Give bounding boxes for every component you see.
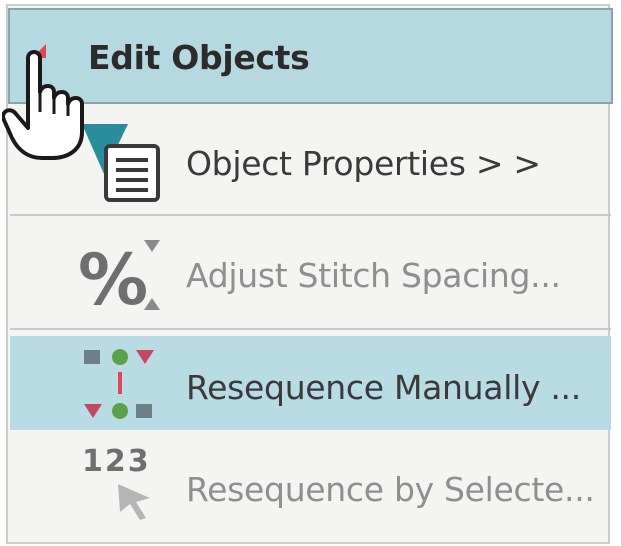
menu-item-resequence-manually[interactable]: Resequence Manually ... bbox=[10, 336, 611, 430]
arrow-cursor-icon bbox=[118, 484, 150, 520]
menu-item-label: Adjust Stitch Spacing... bbox=[186, 256, 561, 295]
menu-item-label: Resequence Manually ... bbox=[186, 368, 581, 407]
svg-text:%: % bbox=[78, 239, 148, 318]
menu-item-label: Object Properties > > bbox=[186, 144, 541, 183]
resequence-manual-icon bbox=[84, 349, 154, 419]
menu-item-adjust-stitch-spacing[interactable]: % Adjust Stitch Spacing... bbox=[10, 216, 611, 328]
menu-item-resequence-by-selection[interactable]: 123 Resequence by Selecte... bbox=[10, 430, 611, 538]
menu-item-label: Resequence by Selecte... bbox=[186, 470, 595, 509]
hand-pointer-icon bbox=[2, 50, 84, 160]
resequence-selection-icon: 123 bbox=[82, 444, 172, 528]
menu-header-title: Edit Objects bbox=[88, 38, 310, 77]
numbers-icon-text: 123 bbox=[82, 444, 151, 479]
object-properties-icon bbox=[82, 124, 160, 202]
menu-header-edit-objects[interactable]: Edit Objects bbox=[8, 8, 613, 104]
menu-item-object-properties[interactable]: Object Properties > > bbox=[10, 106, 611, 214]
percent-spacing-icon: % bbox=[78, 239, 160, 318]
menu-separator bbox=[10, 328, 611, 330]
